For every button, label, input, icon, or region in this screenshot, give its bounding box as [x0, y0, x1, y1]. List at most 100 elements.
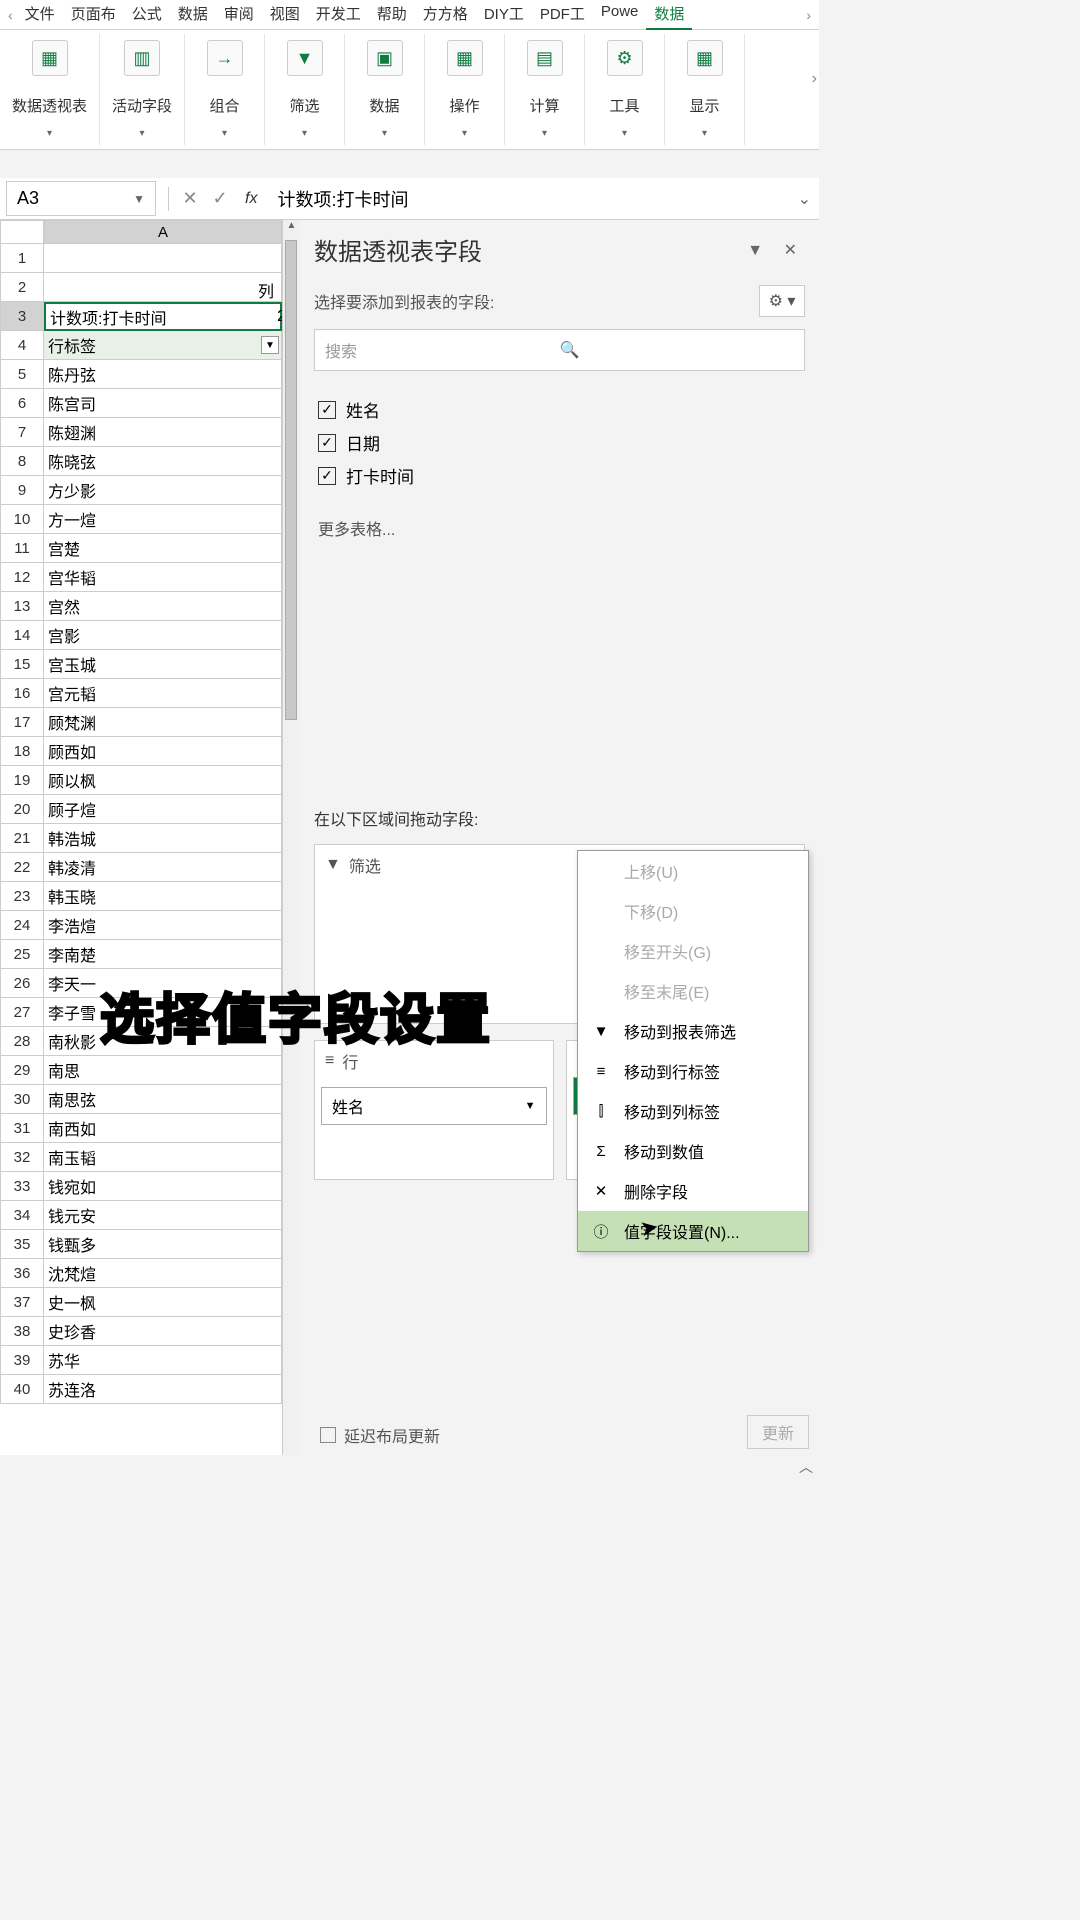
formula-cancel[interactable]: ✕: [175, 188, 205, 209]
col-header-a[interactable]: A: [44, 220, 282, 244]
context-menu-item[interactable]: Σ移动到数值: [578, 1131, 808, 1171]
field-checkbox[interactable]: ✓: [318, 434, 336, 452]
row-header[interactable]: 23: [0, 882, 44, 911]
row-field-item[interactable]: 姓名▼: [321, 1087, 547, 1125]
row-header[interactable]: 40: [0, 1375, 44, 1404]
tab-2[interactable]: 公式: [124, 0, 170, 30]
row-header[interactable]: 27: [0, 998, 44, 1027]
row-header[interactable]: 14: [0, 621, 44, 650]
cell[interactable]: 苏连洛: [44, 1375, 282, 1404]
row-header[interactable]: 4: [0, 331, 44, 360]
row-header[interactable]: 10: [0, 505, 44, 534]
cell[interactable]: 方少影: [44, 476, 282, 505]
row-header[interactable]: 36: [0, 1259, 44, 1288]
cell[interactable]: 沈梵煊: [44, 1259, 282, 1288]
tab-8[interactable]: 方方格: [415, 0, 476, 30]
tab-nav-left[interactable]: ‹: [4, 7, 17, 23]
tab-1[interactable]: 页面布: [63, 0, 124, 30]
row-header[interactable]: 37: [0, 1288, 44, 1317]
field-item[interactable]: ✓打卡时间: [318, 459, 801, 492]
tab-0[interactable]: 文件: [17, 0, 63, 30]
cell[interactable]: 宫元韬: [44, 679, 282, 708]
cell[interactable]: 陈宫司: [44, 389, 282, 418]
tab-nav-right[interactable]: ›: [802, 7, 815, 23]
row-header[interactable]: 9: [0, 476, 44, 505]
ribbon-group-2[interactable]: →组合▾: [185, 34, 265, 145]
cell[interactable]: 行标签▼: [44, 331, 282, 360]
row-header[interactable]: 15: [0, 650, 44, 679]
row-header[interactable]: 35: [0, 1230, 44, 1259]
context-menu-item[interactable]: ≡移动到行标签: [578, 1051, 808, 1091]
cell[interactable]: 顾西如: [44, 737, 282, 766]
ribbon-group-1[interactable]: ▥活动字段▾: [100, 34, 185, 145]
cell[interactable]: 韩浩城: [44, 824, 282, 853]
row-header[interactable]: 32: [0, 1143, 44, 1172]
tab-11[interactable]: Powe: [593, 0, 647, 30]
field-item[interactable]: ✓姓名: [318, 393, 801, 426]
tab-12[interactable]: 数据: [646, 0, 692, 30]
ribbon-group-3[interactable]: ▼筛选▾: [265, 34, 345, 145]
defer-checkbox[interactable]: [320, 1427, 336, 1443]
ribbon-collapse[interactable]: ︿: [799, 1457, 813, 1477]
row-area[interactable]: ≡行 姓名▼: [314, 1040, 554, 1180]
filter-dropdown[interactable]: ▼: [261, 336, 279, 354]
context-menu-item[interactable]: ▼移动到报表筛选: [578, 1011, 808, 1051]
row-header[interactable]: 17: [0, 708, 44, 737]
cell[interactable]: 宫影: [44, 621, 282, 650]
pane-close[interactable]: ✕: [776, 242, 805, 259]
cell[interactable]: 方一煊: [44, 505, 282, 534]
field-item[interactable]: ✓日期: [318, 426, 801, 459]
row-header[interactable]: 5: [0, 360, 44, 389]
defer-layout[interactable]: 延迟布局更新: [320, 1423, 440, 1447]
name-box[interactable]: A3▼: [6, 181, 156, 216]
cell[interactable]: 苏华: [44, 1346, 282, 1375]
row-header[interactable]: 39: [0, 1346, 44, 1375]
row-header[interactable]: 18: [0, 737, 44, 766]
tab-6[interactable]: 开发工: [308, 0, 369, 30]
context-menu-item[interactable]: ⫿移动到列标签: [578, 1091, 808, 1131]
row-header[interactable]: 3: [0, 302, 44, 331]
cell[interactable]: 陈丹弦: [44, 360, 282, 389]
field-search[interactable]: 搜索 🔍: [314, 329, 805, 371]
more-tables-link[interactable]: 更多表格...: [314, 500, 805, 556]
tab-9[interactable]: DIY工: [476, 0, 532, 30]
formula-content[interactable]: 计数项:打卡时间: [267, 186, 789, 212]
tab-3[interactable]: 数据: [170, 0, 216, 30]
context-menu-item[interactable]: ⓘ值字段设置(N)...: [578, 1211, 808, 1251]
ribbon-group-4[interactable]: ▣数据▾: [345, 34, 425, 145]
field-checkbox[interactable]: ✓: [318, 401, 336, 419]
cell[interactable]: 钱元安: [44, 1201, 282, 1230]
tab-10[interactable]: PDF工: [532, 0, 593, 30]
cell[interactable]: 南玉韬: [44, 1143, 282, 1172]
row-header[interactable]: 31: [0, 1114, 44, 1143]
cell[interactable]: [44, 244, 282, 273]
tab-7[interactable]: 帮助: [369, 0, 415, 30]
vertical-scrollbar[interactable]: ▲: [282, 220, 300, 1455]
row-header[interactable]: 13: [0, 592, 44, 621]
cell[interactable]: 宫然: [44, 592, 282, 621]
spreadsheet[interactable]: 1234567891011121314151617181920212223242…: [0, 220, 300, 1455]
ribbon-group-5[interactable]: ▦操作▾: [425, 34, 505, 145]
fx-button[interactable]: fx: [235, 190, 267, 208]
context-menu-item[interactable]: ✕删除字段: [578, 1171, 808, 1211]
cell[interactable]: 南思: [44, 1056, 282, 1085]
cell[interactable]: 南西如: [44, 1114, 282, 1143]
row-header[interactable]: 21: [0, 824, 44, 853]
row-header[interactable]: 12: [0, 563, 44, 592]
row-header[interactable]: 26: [0, 969, 44, 998]
row-header[interactable]: 34: [0, 1201, 44, 1230]
row-header[interactable]: 24: [0, 911, 44, 940]
row-header[interactable]: 25: [0, 940, 44, 969]
row-header[interactable]: 22: [0, 853, 44, 882]
cell[interactable]: 宫玉城: [44, 650, 282, 679]
row-header[interactable]: 28: [0, 1027, 44, 1056]
row-header[interactable]: 11: [0, 534, 44, 563]
cell[interactable]: 钱宛如: [44, 1172, 282, 1201]
formula-accept[interactable]: ✓: [205, 188, 235, 209]
cell[interactable]: 李浩煊: [44, 911, 282, 940]
row-header[interactable]: 2: [0, 273, 44, 302]
cell[interactable]: 宫华韬: [44, 563, 282, 592]
row-header[interactable]: 1: [0, 244, 44, 273]
field-checkbox[interactable]: ✓: [318, 467, 336, 485]
formula-expand[interactable]: ⌄: [790, 189, 819, 209]
